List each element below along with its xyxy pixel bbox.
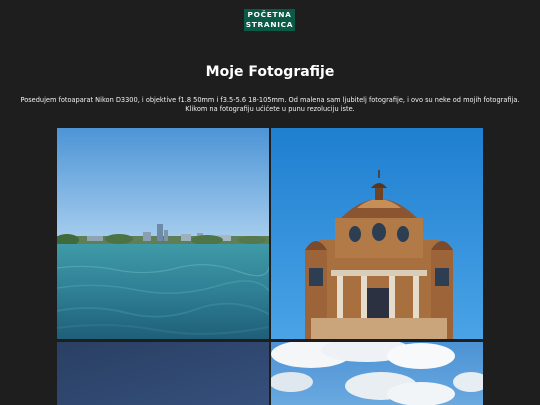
intro-line-2: Klikom na fotografiju ućićete u punu rez… xyxy=(185,105,355,113)
home-button-line2: STRANICA xyxy=(245,19,294,29)
gallery-photo-tower[interactable] xyxy=(271,128,483,339)
gallery-photo-night[interactable] xyxy=(57,342,269,405)
intro-line-1: Posedujem fotoaparat Nikon D3300, i obje… xyxy=(20,96,520,104)
home-button[interactable]: POČETNA STRANICA xyxy=(244,9,295,31)
gallery-photo-lake[interactable] xyxy=(57,128,269,339)
intro-text: Posedujem fotoaparat Nikon D3300, i obje… xyxy=(0,96,540,114)
lake-skyline-image xyxy=(57,128,269,339)
photo-gallery xyxy=(57,128,483,405)
page-title: Moje Fotografije xyxy=(205,64,335,80)
brick-tower-image xyxy=(271,128,483,339)
home-button-line1: POČETNA xyxy=(247,10,292,19)
clouds-image xyxy=(271,342,483,405)
gallery-photo-clouds[interactable] xyxy=(271,342,483,405)
night-sky-image xyxy=(57,342,269,405)
